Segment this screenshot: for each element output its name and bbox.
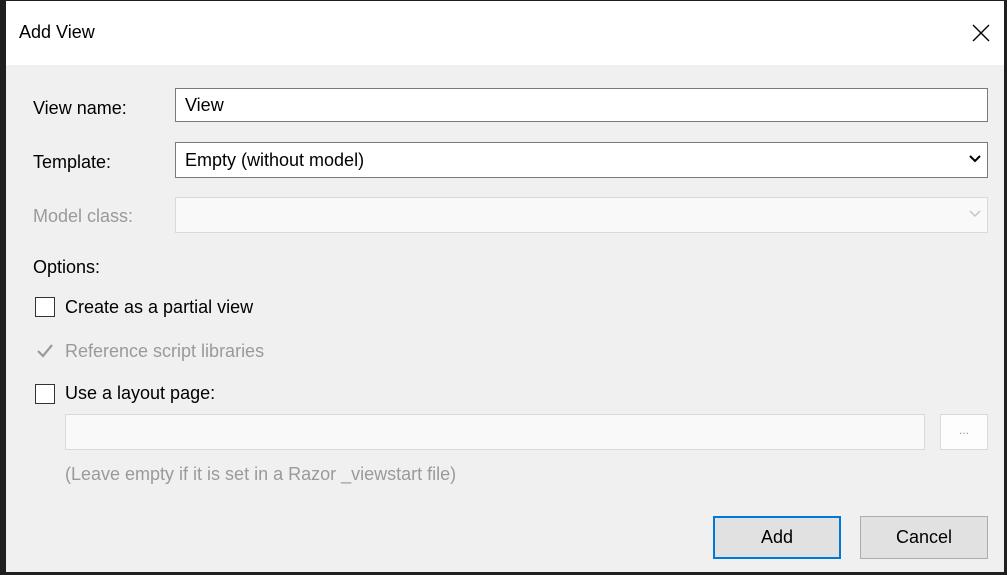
layout-page-checkbox[interactable] bbox=[35, 384, 55, 404]
checkmark-icon bbox=[37, 344, 53, 358]
partial-view-label[interactable]: Create as a partial view bbox=[65, 297, 253, 318]
layout-page-label[interactable]: Use a layout page: bbox=[65, 383, 215, 404]
reference-scripts-label: Reference script libraries bbox=[65, 341, 265, 361]
partial-view-checkbox[interactable] bbox=[35, 297, 55, 317]
view-name-input[interactable]: View bbox=[175, 88, 988, 122]
add-view-dialog: Add View View name: View Template: Empty… bbox=[0, 0, 1007, 575]
options-label: Options: bbox=[33, 257, 101, 277]
layout-path-input[interactable] bbox=[65, 414, 925, 450]
dialog-title: Add View bbox=[19, 22, 95, 42]
layout-hint: (Leave empty if it is set in a Razor _vi… bbox=[65, 464, 457, 484]
chevron-down-icon bbox=[969, 155, 981, 163]
template-select[interactable]: Empty (without model) bbox=[175, 142, 988, 178]
model-class-select[interactable] bbox=[175, 197, 988, 233]
template-selected-value: Empty (without model) bbox=[185, 150, 365, 170]
reference-scripts-checkbox[interactable] bbox=[35, 341, 55, 361]
title-bar: Add View bbox=[6, 1, 1004, 65]
chevron-down-icon bbox=[969, 210, 981, 218]
cancel-button[interactable]: Cancel bbox=[860, 516, 988, 559]
template-label: Template: bbox=[33, 152, 112, 172]
close-button[interactable] bbox=[958, 1, 1004, 65]
close-icon bbox=[972, 24, 990, 42]
add-button[interactable]: Add bbox=[713, 516, 841, 559]
model-class-label: Model class: bbox=[33, 206, 134, 226]
view-name-label: View name: bbox=[33, 98, 127, 118]
browse-layout-button[interactable]: ... bbox=[940, 414, 988, 450]
